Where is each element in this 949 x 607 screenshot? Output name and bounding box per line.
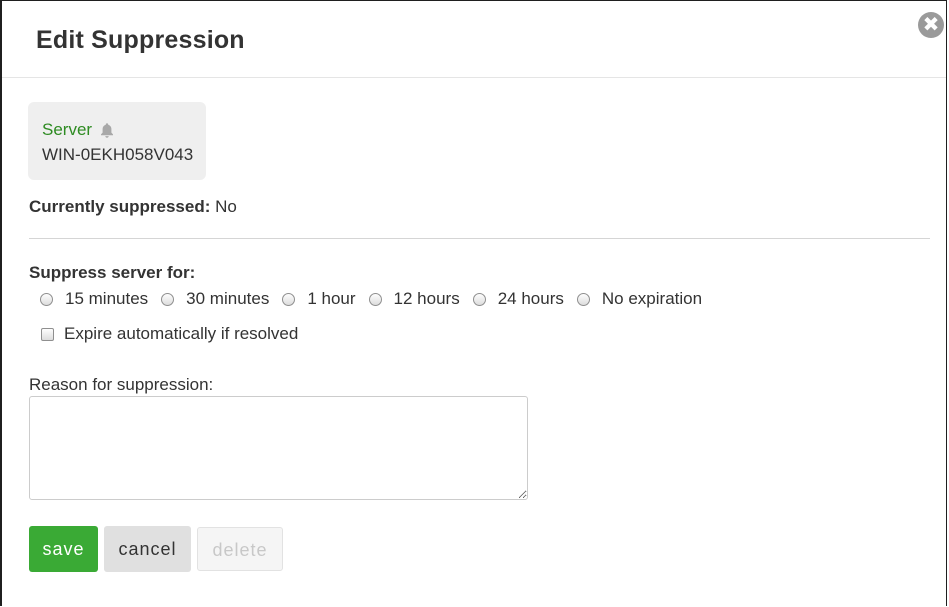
suppress-duration-options: 15 minutes 30 minutes 1 hour 12 hours 24… [40,287,715,311]
bell-icon [101,123,113,138]
radio-option-no-expiration[interactable]: No expiration [576,289,703,309]
radio-button[interactable] [368,292,382,306]
reason-label: Reason for suppression: [29,375,214,394]
expire-if-resolved-option[interactable]: Expire automatically if resolved [41,324,298,344]
radio-label: 1 hour [307,289,356,308]
server-name: WIN-0EKH058V043 [42,145,194,164]
close-icon[interactable]: ✖ [918,12,944,38]
radio-button[interactable] [161,292,175,306]
radio-option-24-hours[interactable]: 24 hours [472,289,564,309]
radio-label: 15 minutes [65,289,149,308]
status-value: No [215,197,237,216]
radio-option-30-minutes[interactable]: 30 minutes [161,289,269,309]
radio-button[interactable] [282,292,296,306]
radio-label: 24 hours [497,289,564,308]
radio-label: 30 minutes [186,289,270,308]
dialog-header: Edit Suppression [2,1,946,78]
radio-option-15-minutes[interactable]: 15 minutes [40,289,148,309]
radio-button[interactable] [576,292,590,306]
status-label: Currently suppressed: [29,197,211,216]
server-card: Server WIN-0EKH058V043 [28,102,206,180]
save-button[interactable]: save [29,526,98,572]
radio-option-1-hour[interactable]: 1 hour [282,289,356,309]
dialog-title: Edit Suppression [36,26,245,54]
radio-button[interactable] [40,292,53,306]
edit-suppression-dialog: Edit Suppression ✖ Server WIN-0EKH058V04… [0,0,947,606]
suppress-duration-label: Suppress server for: [29,263,196,282]
expire-if-resolved-label: Expire automatically if resolved [64,324,299,343]
reason-textarea[interactable] [29,396,528,500]
suppression-status: Currently suppressed: No [29,197,237,217]
radio-label: No expiration [601,289,703,308]
radio-button[interactable] [472,292,486,306]
delete-button[interactable]: delete [197,527,283,571]
server-type-label: Server [42,120,93,139]
expire-if-resolved-checkbox[interactable] [41,327,54,341]
cancel-button[interactable]: cancel [104,526,191,572]
radio-option-12-hours[interactable]: 12 hours [368,289,460,309]
section-divider [29,238,930,239]
radio-label: 12 hours [393,289,460,308]
